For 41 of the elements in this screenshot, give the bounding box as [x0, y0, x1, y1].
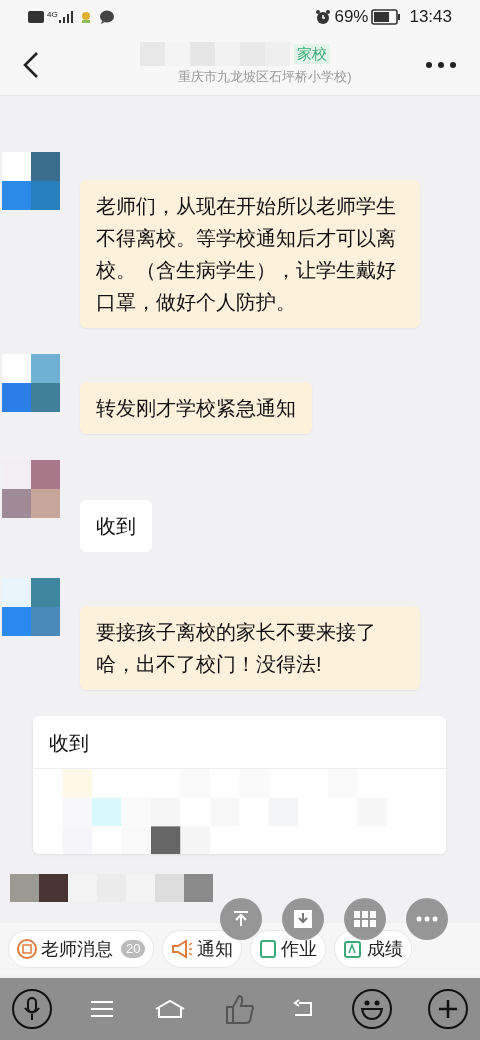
- message-bubble: 老师们，从现在开始所以老师学生不得离校。等学校通知后才可以离校。（含生病学生），让学生戴好口罩，做好个人防护。: [80, 180, 420, 328]
- message-bubble: 转发刚才学校紧急通知: [80, 382, 312, 434]
- megaphone-icon: [171, 939, 194, 959]
- battery-icon: [371, 9, 402, 25]
- signal-icon: [58, 11, 73, 23]
- battery-percent: 69%: [334, 6, 369, 29]
- download-icon: [293, 909, 313, 929]
- count-badge: 20: [121, 940, 146, 958]
- message-bubble: 收到: [80, 500, 152, 552]
- collapse-button[interactable]: [220, 898, 262, 940]
- download-button[interactable]: [282, 898, 324, 940]
- more-options-button[interactable]: [406, 898, 448, 940]
- thumbs-up-icon: [225, 994, 255, 1024]
- add-button[interactable]: [427, 989, 468, 1029]
- group-tag: 家校: [294, 44, 330, 65]
- arrow-up-icon: [231, 909, 251, 929]
- more-icon: [416, 916, 438, 922]
- home-icon: [153, 999, 186, 1019]
- network-label: 4G: [47, 9, 58, 21]
- alarm-icon: [315, 9, 332, 25]
- microphone-button[interactable]: [12, 989, 52, 1029]
- grid-icon: [354, 911, 376, 927]
- message-bubble: 要接孩子离校的家长不要来接了哈，出不了校门！没得法!: [80, 606, 420, 690]
- grades-icon: [343, 939, 364, 959]
- smiley-icon: [359, 998, 384, 1020]
- shortcut-chip[interactable]: 老师消息 20: [8, 930, 155, 968]
- more-icon: [426, 61, 456, 68]
- grid-button[interactable]: [344, 898, 386, 940]
- plus-icon: [436, 998, 459, 1020]
- emoji-button[interactable]: [351, 989, 392, 1029]
- group-subtitle: 重庆市九龙坡区石坪桥小学校): [178, 68, 352, 87]
- homework-icon: [259, 939, 278, 959]
- clock: 13:43: [409, 6, 452, 29]
- shortcut-chip[interactable]: 通知: [162, 930, 243, 968]
- menu-icon: [90, 1000, 115, 1018]
- microphone-icon: [23, 997, 41, 1021]
- back-icon: [22, 50, 40, 79]
- chat-bubble-icon: [98, 10, 115, 24]
- shortcut-chip[interactable]: 成绩: [334, 930, 413, 968]
- thumbs-up-button[interactable]: [223, 992, 257, 1026]
- shortcut-chip[interactable]: 作业: [250, 930, 327, 968]
